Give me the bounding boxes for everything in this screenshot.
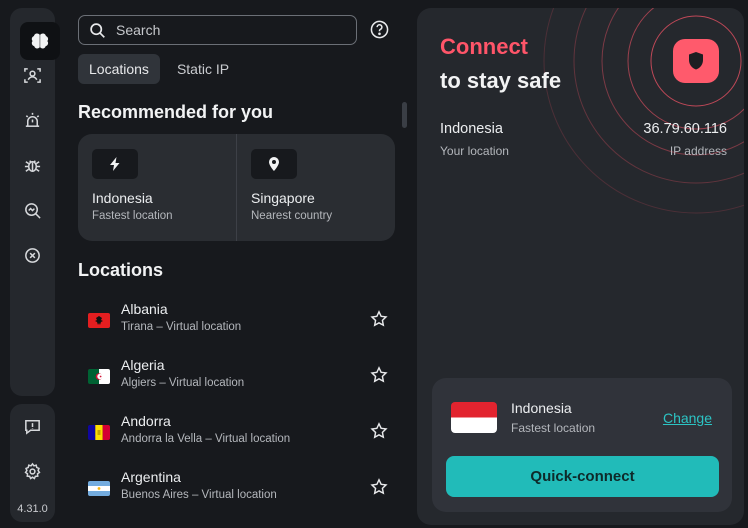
connection-panel: Connect to stay safe Indonesia Your loca… (417, 8, 744, 525)
help-icon[interactable] (370, 20, 389, 39)
list-item[interactable]: Albania Tirana – Virtual location (78, 300, 398, 350)
tab-locations[interactable]: Locations (78, 54, 160, 84)
location-sub: Andorra la Vella – Virtual location (121, 433, 291, 445)
connect-title: Connect (440, 34, 528, 59)
quick-connect-card: Indonesia Fastest location Change Quick-… (432, 378, 732, 512)
brain-icon[interactable] (20, 22, 60, 60)
search-field[interactable] (78, 15, 357, 45)
location-tabs: Locations Static IP (78, 54, 240, 84)
star-icon[interactable] (370, 422, 388, 440)
recommended-sub: Fastest location (92, 210, 173, 222)
shield-icon (689, 52, 703, 70)
star-icon[interactable] (370, 478, 388, 496)
recommended-heading: Recommended for you (78, 102, 274, 122)
list-item[interactable]: Argentina Buenos Aires – Virtual locatio… (78, 468, 398, 518)
star-icon[interactable] (370, 366, 388, 384)
app-version: 4.31.0 (17, 503, 48, 515)
lightning-icon (92, 149, 138, 179)
flag-indonesia (451, 402, 497, 433)
flag-albania (88, 313, 110, 328)
recommended-sub: Nearest country (251, 210, 333, 222)
quick-connect-sub: Fastest location (511, 421, 596, 435)
alarm-icon[interactable] (10, 105, 55, 135)
block-icon[interactable] (10, 240, 55, 270)
bug-icon[interactable] (10, 150, 55, 180)
ip-address: 36.79.60.116 (643, 121, 727, 137)
current-location: Indonesia (440, 121, 503, 137)
recommended-card: Indonesia Fastest location Singapore Nea… (78, 134, 395, 241)
flag-algeria (88, 369, 110, 384)
sidebar-rail (10, 8, 55, 396)
star-icon[interactable] (370, 310, 388, 328)
flag-argentina (88, 481, 110, 496)
recommended-item-singapore[interactable]: Singapore Nearest country (236, 134, 395, 241)
recommended-name: Singapore (251, 190, 315, 206)
location-name: Andorra (121, 413, 171, 429)
location-name: Algeria (121, 357, 165, 373)
search-zoom-icon[interactable] (10, 195, 55, 225)
user-scan-icon[interactable] (10, 60, 55, 90)
location-name: Albania (121, 301, 168, 317)
change-link[interactable]: Change (663, 410, 712, 426)
recommended-name: Indonesia (92, 190, 153, 206)
ip-address-label: IP address (669, 144, 727, 158)
settings-icon[interactable] (10, 456, 55, 486)
list-scrollbar[interactable] (402, 102, 407, 128)
connect-shield-button[interactable] (673, 39, 719, 83)
quick-connect-country: Indonesia (511, 400, 572, 416)
recommended-item-indonesia[interactable]: Indonesia Fastest location (78, 134, 236, 241)
current-location-label: Your location (440, 144, 509, 158)
location-name: Argentina (121, 469, 181, 485)
flag-andorra (88, 425, 110, 440)
list-item[interactable]: Algeria Algiers – Virtual location (78, 356, 398, 406)
location-sub: Tirana – Virtual location (121, 321, 242, 333)
search-icon (90, 22, 105, 38)
pin-icon (251, 149, 297, 179)
feedback-icon[interactable] (10, 411, 55, 441)
list-item[interactable]: Andorra Andorra la Vella – Virtual locat… (78, 412, 398, 462)
location-sub: Buenos Aires – Virtual location (121, 489, 277, 501)
locations-heading: Locations (78, 260, 164, 280)
connect-subtitle: to stay safe (440, 68, 562, 93)
search-input[interactable] (116, 22, 336, 38)
quick-connect-button[interactable]: Quick-connect (446, 456, 719, 497)
location-sub: Algiers – Virtual location (121, 377, 245, 389)
tab-static-ip[interactable]: Static IP (166, 54, 240, 84)
